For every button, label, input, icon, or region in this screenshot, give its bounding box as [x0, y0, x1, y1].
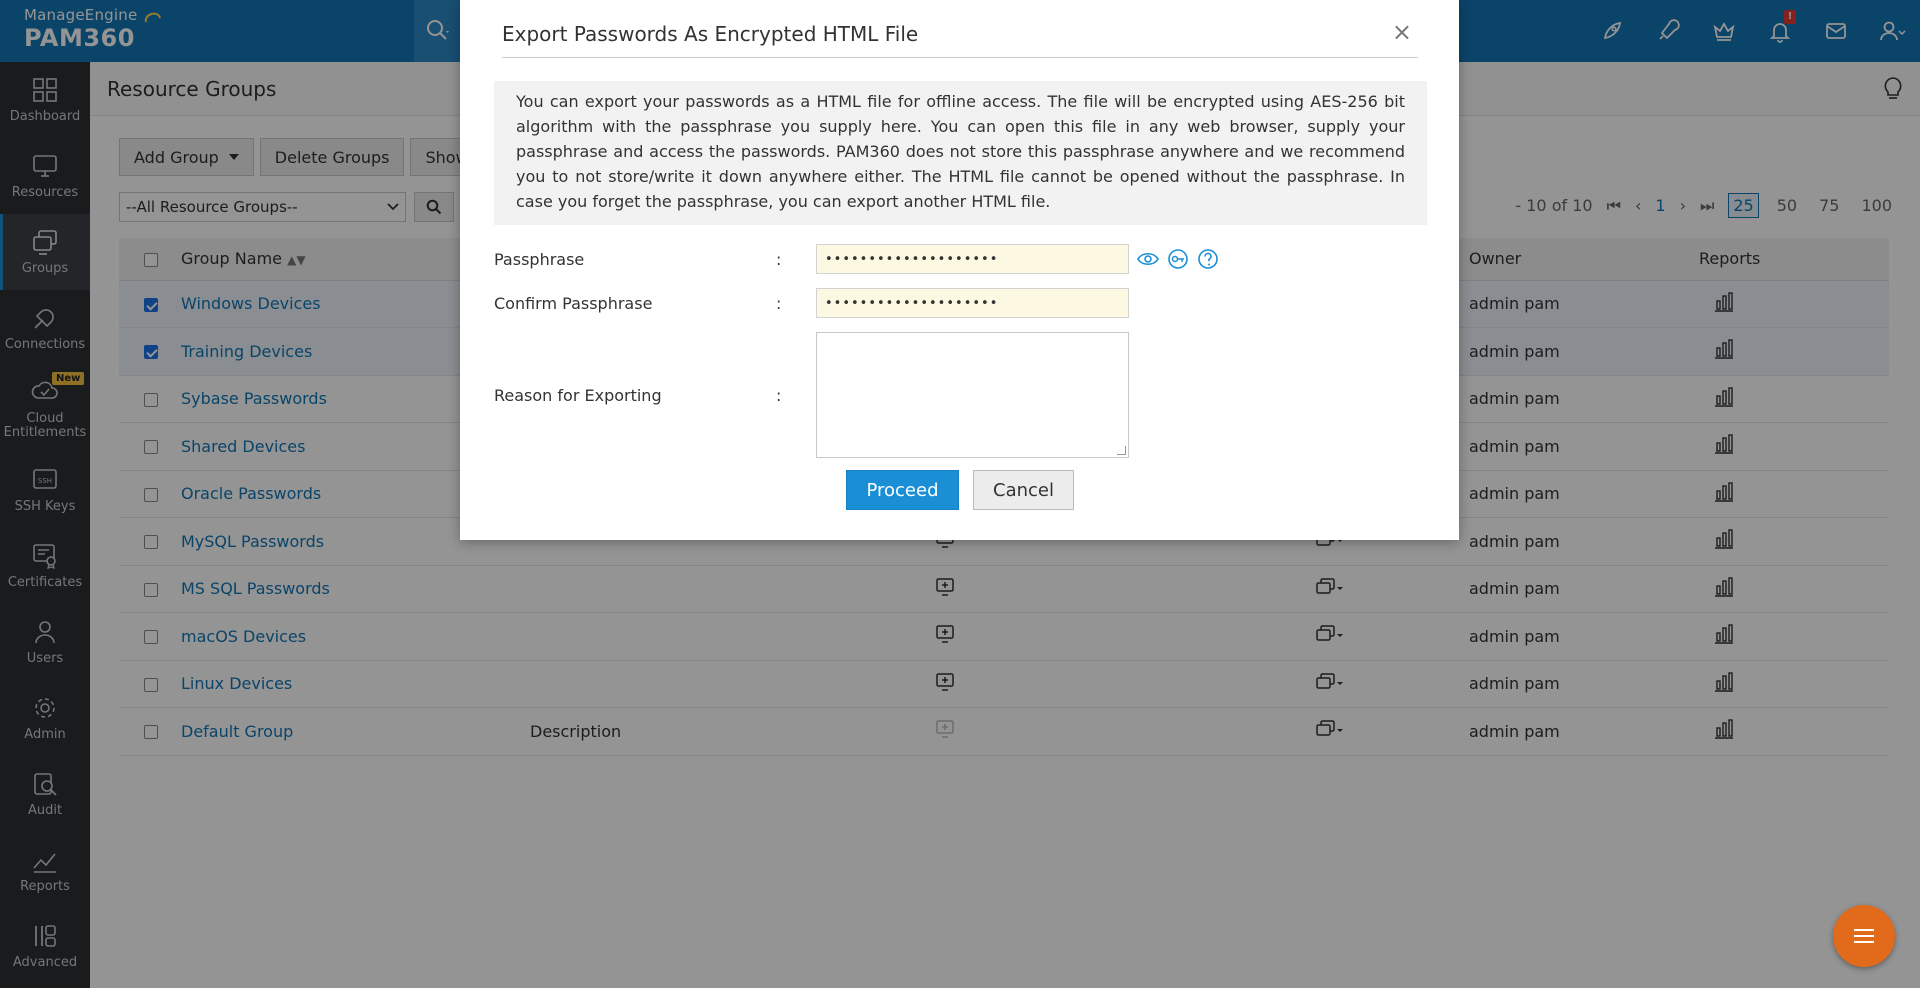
- passphrase-label: Passphrase: [494, 249, 585, 269]
- export-passwords-dialog: Export Passwords As Encrypted HTML File …: [460, 0, 1459, 540]
- hamburger-menu-icon: [1854, 929, 1874, 943]
- confirm-passphrase-label: Confirm Passphrase: [494, 293, 653, 313]
- close-icon[interactable]: ×: [1392, 20, 1412, 44]
- confirm-passphrase-input[interactable]: ••••••••••••••••••••: [816, 288, 1129, 318]
- reason-row: Reason for Exporting :: [494, 332, 1129, 458]
- colon: :: [776, 249, 782, 269]
- floating-menu-button[interactable]: [1833, 905, 1895, 967]
- confirm-passphrase-row: Confirm Passphrase : •••••••••••••••••••…: [494, 288, 1129, 318]
- cancel-button[interactable]: Cancel: [973, 470, 1074, 510]
- colon: :: [776, 293, 782, 313]
- help-icon[interactable]: [1197, 248, 1219, 270]
- dialog-title: Export Passwords As Encrypted HTML File: [502, 22, 919, 46]
- passphrase-input[interactable]: ••••••••••••••••••••: [816, 244, 1129, 274]
- reason-textarea[interactable]: [816, 332, 1129, 458]
- proceed-button[interactable]: Proceed: [846, 470, 959, 510]
- colon: :: [776, 385, 782, 405]
- generate-passphrase-icon[interactable]: [1167, 248, 1189, 270]
- passphrase-tools: [1137, 248, 1219, 270]
- reason-label: Reason for Exporting: [494, 385, 662, 405]
- dialog-header: Export Passwords As Encrypted HTML File …: [502, 20, 1418, 58]
- eye-icon[interactable]: [1137, 251, 1159, 267]
- dialog-info-text: You can export your passwords as a HTML …: [494, 81, 1427, 225]
- passphrase-row: Passphrase : ••••••••••••••••••••: [494, 244, 1219, 274]
